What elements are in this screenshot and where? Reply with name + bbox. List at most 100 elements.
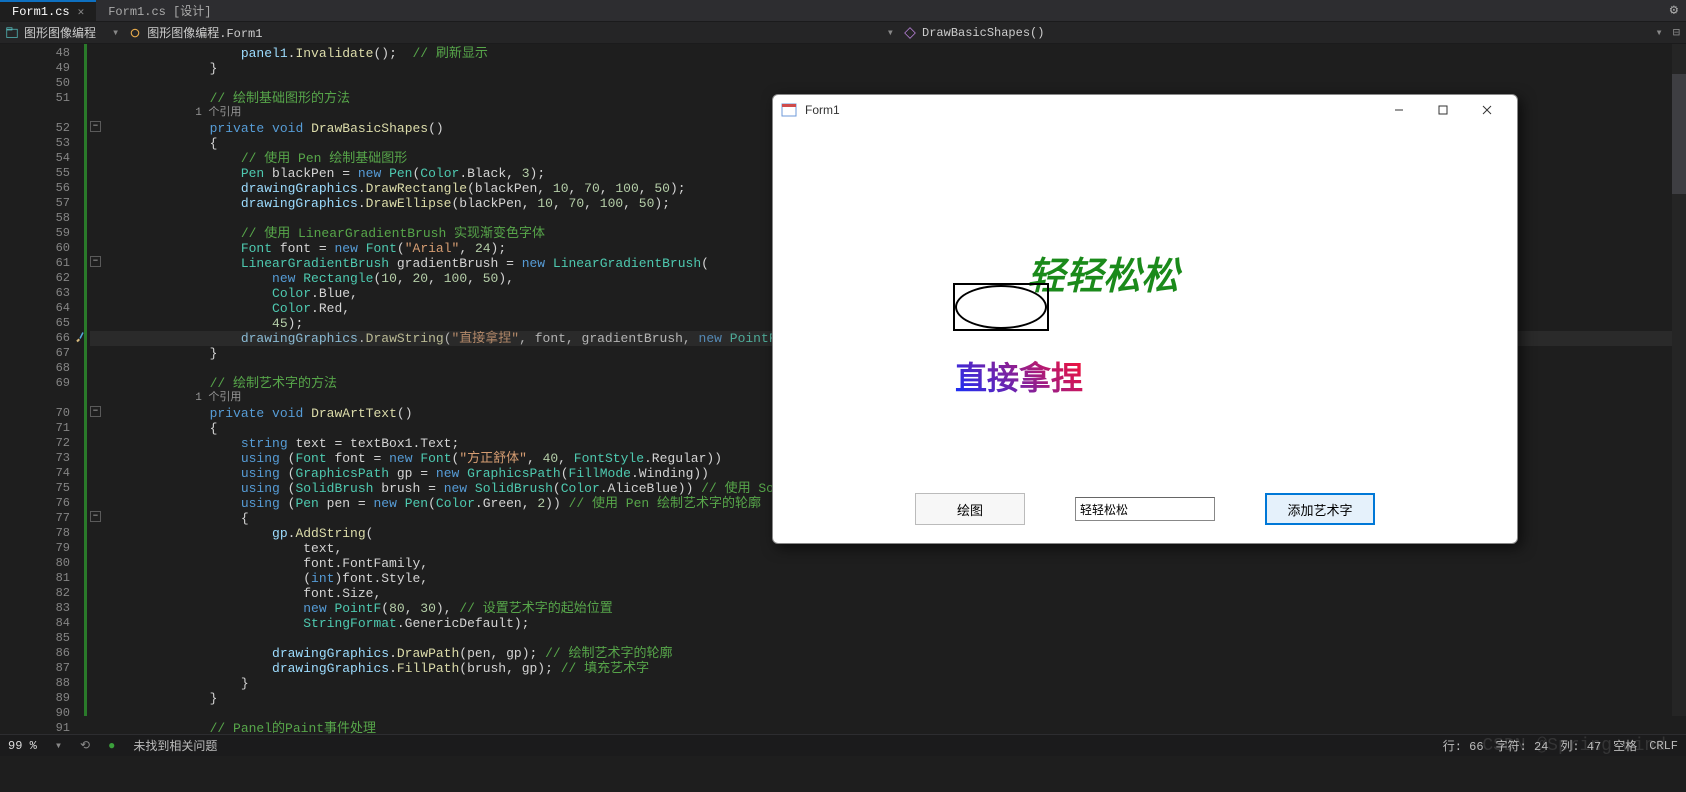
titlebar[interactable]: Form1 [773,95,1517,125]
tab-form1-cs[interactable]: Form1.cs ✕ [0,0,96,21]
app-icon [781,102,797,118]
breadcrumb-project-label: 图形图像编程 [24,24,96,41]
line-gutter: 4849505152535455565758596061626364656667… [0,44,90,716]
line-number: 59 [0,226,90,241]
form-buttonbar: 绘图 添加艺术字 [773,489,1517,529]
status-col[interactable]: 列: 47 [1560,737,1601,754]
line-number: 82 [0,586,90,601]
code-line[interactable]: panel1.Invalidate(); // 刷新显示 [116,46,1686,61]
line-number: 54 [0,151,90,166]
zoom-dropdown-icon[interactable]: ▾ [55,738,62,753]
code-line[interactable]: } [116,691,1686,706]
tab-label: Form1.cs [12,5,70,19]
line-number: 70 [0,406,90,421]
code-line[interactable] [116,706,1686,721]
status-chars[interactable]: 字符: 24 [1496,737,1549,754]
close-button[interactable] [1465,96,1509,124]
line-number: 60 [0,241,90,256]
line-number: 69 [0,376,90,391]
line-number: 62 [0,271,90,286]
line-number: 77 [0,511,90,526]
code-line[interactable]: StringFormat.GenericDefault); [116,616,1686,631]
code-line[interactable]: (int)font.Style, [116,571,1686,586]
line-number: 49 [0,61,90,76]
line-number: 81 [0,571,90,586]
chevron-down-icon: ▾ [883,25,898,40]
line-number: 68 [0,361,90,376]
split-icon[interactable]: ⊟ [1667,25,1686,40]
line-number: 80 [0,556,90,571]
maximize-button[interactable] [1421,96,1465,124]
line-number: 71 [0,421,90,436]
method-icon [904,27,916,39]
code-line[interactable]: new PointF(80, 30), // 设置艺术字的起始位置 [116,601,1686,616]
form1-window: Form1 轻轻松松 直接拿捏 绘图 添加艺术字 [772,94,1518,544]
status-line[interactable]: 行: 66 [1443,737,1484,754]
window-title: Form1 [805,103,840,117]
line-number: 55 [0,166,90,181]
text-input[interactable] [1075,497,1215,521]
add-art-button[interactable]: 添加艺术字 [1265,493,1375,525]
close-icon[interactable]: ✕ [78,5,85,19]
minimize-button[interactable] [1377,96,1421,124]
line-number: 64 [0,301,90,316]
chevron-down-icon: ▾ [108,25,123,40]
line-number: 56 [0,181,90,196]
status-indent[interactable]: 空格 [1613,737,1637,754]
breadcrumb-project[interactable]: 图形图像编程 [0,24,102,41]
zoom-level[interactable]: 99 % [8,739,37,753]
code-line[interactable]: drawingGraphics.DrawPath(pen, gp); // 绘制… [116,646,1686,661]
breadcrumb-method[interactable]: ▾ DrawBasicShapes() [877,25,1652,40]
line-number [0,391,90,406]
code-line[interactable]: } [116,676,1686,691]
line-number: 51 [0,91,90,106]
breadcrumb-method-label: DrawBasicShapes() [922,26,1044,40]
art-text: 轻轻松松 [1027,245,1179,300]
line-number: 61 [0,256,90,271]
line-number: 78 [0,526,90,541]
lightbulb-icon[interactable] [74,331,86,343]
tab-form1-design[interactable]: Form1.cs [设计] [96,0,223,21]
change-margin [84,44,87,716]
line-number: 76 [0,496,90,511]
vertical-scrollbar[interactable] [1672,44,1686,716]
csharp-project-icon [6,27,18,39]
line-number: 57 [0,196,90,211]
code-line[interactable] [116,631,1686,646]
line-number: 53 [0,136,90,151]
issues-label[interactable]: 未找到相关问题 [133,737,217,754]
line-number: 72 [0,436,90,451]
line-number: 63 [0,286,90,301]
code-line[interactable] [116,76,1686,91]
nav-arrows[interactable]: ⟲ [80,738,90,753]
line-number: 83 [0,601,90,616]
line-number: 79 [0,541,90,556]
line-number: 74 [0,466,90,481]
line-number: 48 [0,46,90,61]
code-line[interactable]: font.Size, [116,586,1686,601]
line-number: 65 [0,316,90,331]
code-line[interactable]: font.FontFamily, [116,556,1686,571]
line-number: 73 [0,451,90,466]
line-number: 88 [0,676,90,691]
statusbar: 99 % ▾ ⟲ ● 未找到相关问题 行: 66 字符: 24 列: 47 空格… [0,734,1686,756]
draw-button[interactable]: 绘图 [915,493,1025,525]
breadcrumb-class[interactable]: ▾ 图形图像编程.Form1 [102,24,877,41]
line-number: 58 [0,211,90,226]
status-eol[interactable]: CRLF [1649,739,1678,753]
scrollbar-thumb[interactable] [1672,74,1686,194]
line-number: 85 [0,631,90,646]
drawn-ellipse [955,285,1047,329]
code-line[interactable]: } [116,61,1686,76]
chevron-down-icon[interactable]: ▾ [1652,25,1667,40]
line-number: 50 [0,76,90,91]
line-number: 90 [0,706,90,721]
gear-icon[interactable]: ⚙ [1662,0,1686,21]
line-number: 67 [0,346,90,361]
code-line[interactable]: drawingGraphics.FillPath(brush, gp); // … [116,661,1686,676]
tab-bar: Form1.cs ✕ Form1.cs [设计] ⚙ [0,0,1686,22]
line-number: 84 [0,616,90,631]
line-number: 52 [0,121,90,136]
drawing-panel: 轻轻松松 直接拿捏 [773,125,1517,490]
line-number: 75 [0,481,90,496]
